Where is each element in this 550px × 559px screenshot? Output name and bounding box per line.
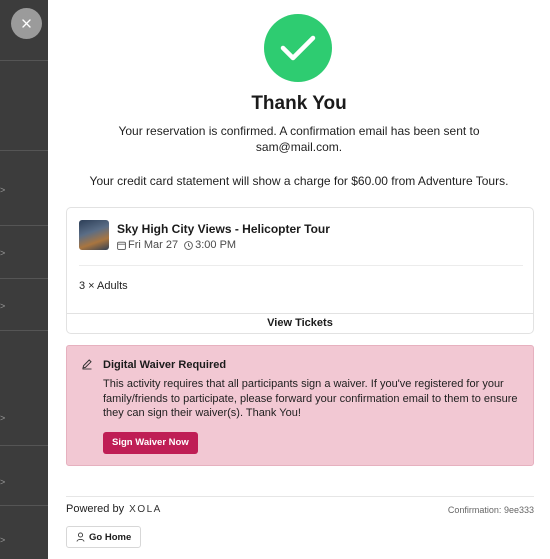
tour-date: Fri Mar 27 — [128, 239, 179, 251]
user-icon — [76, 532, 85, 542]
close-icon — [22, 19, 31, 28]
pencil-icon — [82, 359, 92, 370]
backdrop-divider — [0, 505, 48, 506]
charge-message: Your credit card statement will show a c… — [89, 174, 509, 188]
clock-icon — [184, 240, 193, 250]
tour-schedule: Fri Mar 27 3:00 PM — [117, 239, 242, 251]
go-home-label: Go Home — [89, 531, 132, 543]
confirmation-number: Confirmation: 9ee333 — [448, 505, 534, 515]
page-backdrop: > > > > > > — [0, 0, 48, 559]
chevron-right-icon: > — [0, 477, 6, 487]
waiver-notice: Digital Waiver Required This activity re… — [66, 345, 534, 466]
backdrop-divider — [0, 150, 48, 151]
view-tickets-button[interactable]: View Tickets — [67, 314, 533, 333]
footer-divider — [66, 496, 534, 497]
card-divider — [79, 265, 523, 266]
waiver-description: This activity requires that all particip… — [103, 378, 518, 419]
powered-by: Powered by XOLA — [66, 503, 162, 515]
checkmark-icon — [280, 35, 316, 61]
chevron-right-icon: > — [0, 301, 6, 311]
chevron-right-icon: > — [0, 248, 6, 258]
tour-time: 3:00 PM — [195, 239, 237, 251]
tour-name: Sky High City Views - Helicopter Tour — [117, 222, 330, 236]
backdrop-divider — [0, 225, 48, 226]
booking-card: Sky High City Views - Helicopter Tour Fr… — [66, 207, 534, 334]
confirmation-message: Your reservation is confirmed. A confirm… — [118, 124, 480, 154]
sign-waiver-button[interactable]: Sign Waiver Now — [103, 432, 198, 454]
calendar-icon — [117, 241, 126, 250]
waiver-title: Digital Waiver Required — [103, 359, 227, 371]
close-button[interactable] — [11, 8, 42, 39]
success-badge — [264, 14, 332, 82]
backdrop-divider — [0, 278, 48, 279]
ticket-quantity: 3 × Adults — [79, 280, 128, 292]
xola-logo: XOLA — [129, 504, 162, 515]
powered-by-label: Powered by — [66, 503, 125, 515]
backdrop-divider — [0, 60, 48, 61]
confirmation-label: Confirmation: — [447, 505, 502, 515]
backdrop-divider — [0, 445, 48, 446]
chevron-right-icon: > — [0, 413, 6, 423]
go-home-button[interactable]: Go Home — [66, 526, 142, 548]
chevron-right-icon: > — [0, 535, 6, 545]
confirmation-modal: Thank You Your reservation is confirmed.… — [48, 0, 550, 559]
chevron-right-icon: > — [0, 185, 6, 195]
page-title: Thank You — [251, 93, 347, 114]
tour-thumbnail — [79, 220, 109, 250]
confirmation-code: 9ee333 — [503, 505, 534, 515]
backdrop-divider — [0, 330, 48, 331]
